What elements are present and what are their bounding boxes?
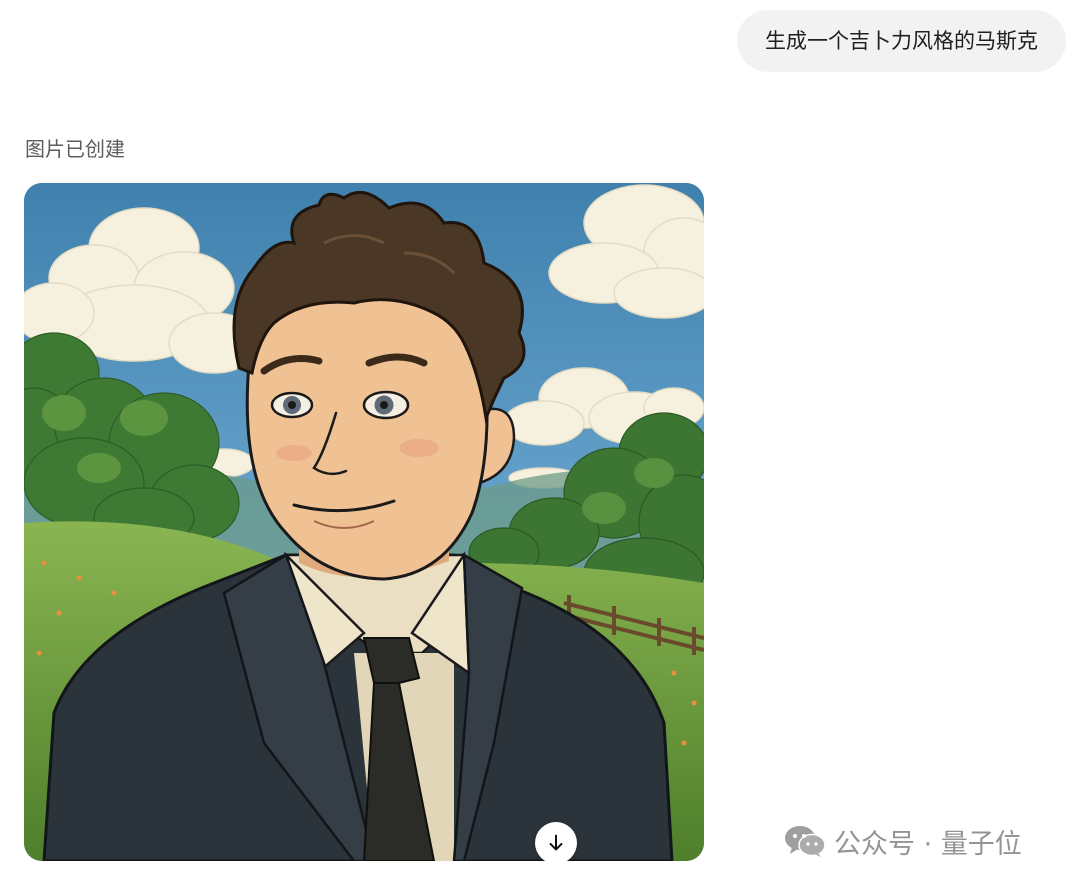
image-created-label: 图片已创建 [25, 137, 125, 161]
watermark: 公众号 · 量子位 [784, 821, 1022, 861]
watermark-text: 公众号 · 量子位 [834, 828, 1022, 860]
user-message-text: 生成一个吉卜力风格的马斯克 [765, 29, 1038, 53]
user-message-bubble: 生成一个吉卜力风格的马斯克 [737, 10, 1066, 72]
download-button[interactable] [535, 822, 577, 861]
generated-image[interactable] [24, 183, 704, 861]
arrow-down-icon [549, 834, 563, 851]
wechat-icon [785, 826, 826, 857]
chat-page: 生成一个吉卜力风格的马斯克 图片已创建 公众号 · 量子位 [0, 0, 1080, 883]
ghibli-portrait-illustration [24, 183, 704, 861]
